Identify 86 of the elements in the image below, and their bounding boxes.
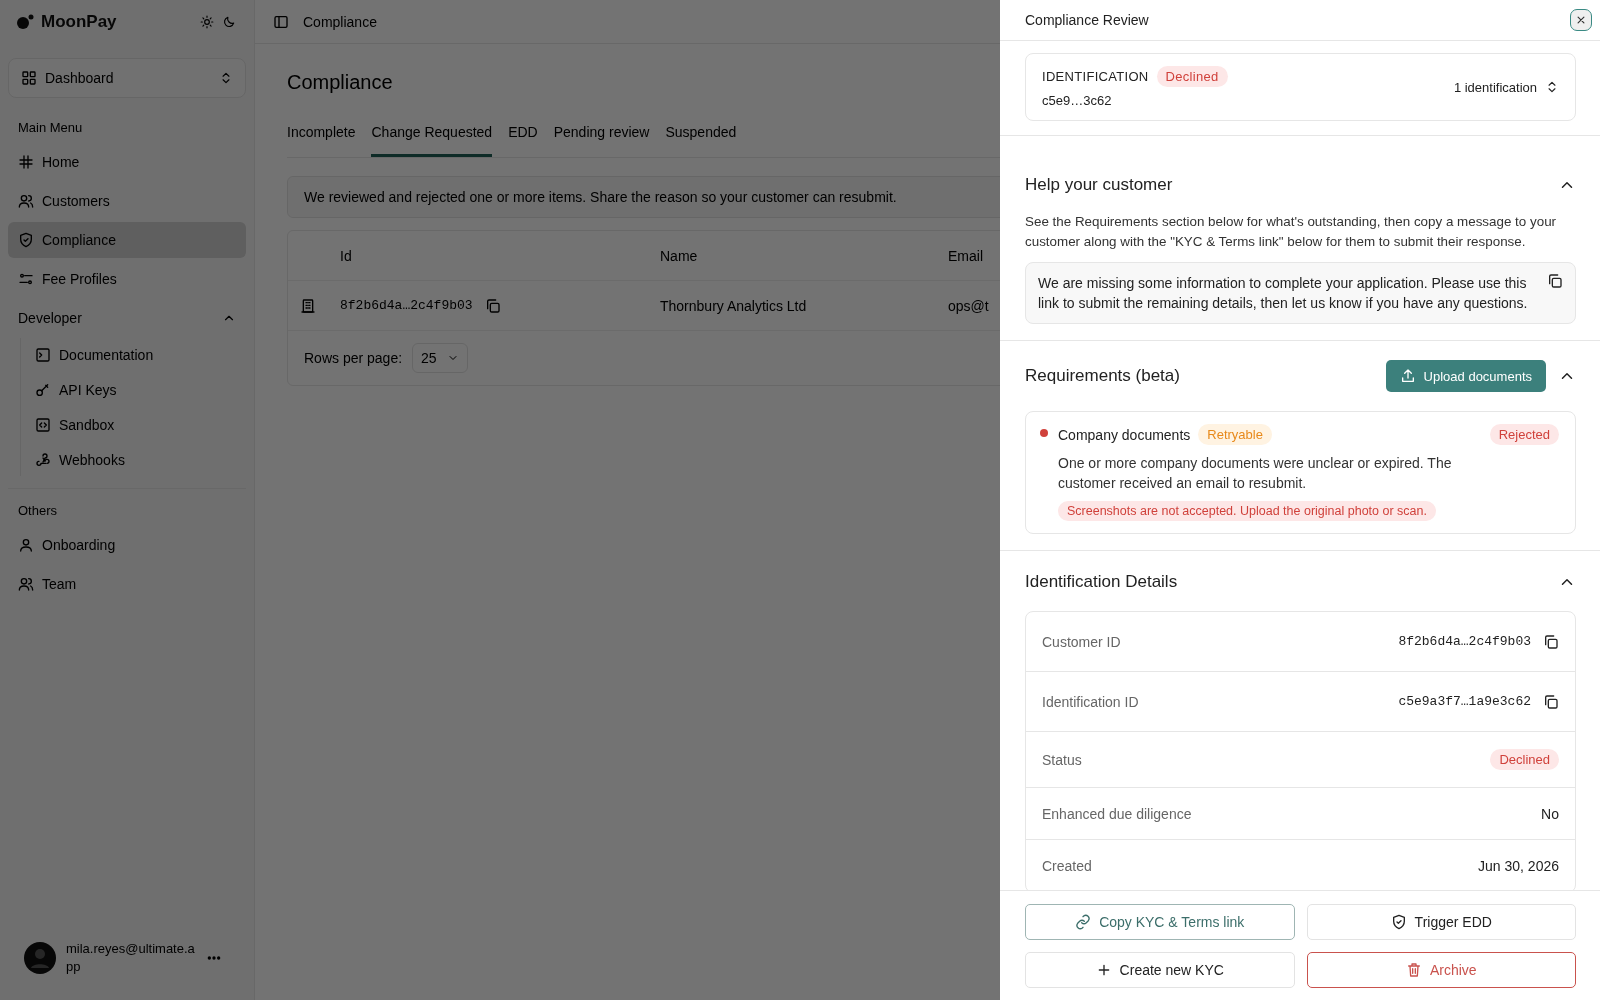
building-icon bbox=[300, 297, 316, 314]
grid-icon bbox=[21, 70, 37, 86]
status-badge: Rejected bbox=[1489, 424, 1559, 445]
sliders-icon bbox=[18, 271, 34, 287]
copy-icon bbox=[1543, 633, 1559, 650]
moon-icon[interactable] bbox=[222, 15, 236, 29]
table-cell: ops@t bbox=[948, 297, 989, 314]
sidebar-item[interactable]: API Keys bbox=[25, 373, 246, 406]
detail-value: Jun 30, 2026 bbox=[1478, 857, 1559, 874]
table-cell: Thornbury Analytics Ltd bbox=[660, 297, 807, 314]
detail-value: No bbox=[1541, 805, 1559, 822]
status-badge: Declined bbox=[1490, 749, 1559, 770]
users-icon bbox=[18, 576, 34, 592]
sidebar-item[interactable]: Sandbox bbox=[25, 408, 246, 441]
section-heading: Developer bbox=[18, 310, 82, 326]
sidebar-item[interactable]: Onboarding bbox=[8, 527, 246, 563]
requirement-note: Screenshots are not accepted. Upload the original photo or scan. bbox=[1058, 501, 1436, 521]
grid-icon bbox=[18, 154, 34, 170]
webhook-icon bbox=[35, 451, 51, 468]
key-icon bbox=[35, 381, 51, 398]
detail-label: Created bbox=[1042, 857, 1092, 874]
upload-button[interactable]: Upload documents bbox=[1385, 360, 1546, 392]
detail-label: Customer ID bbox=[1042, 633, 1121, 650]
identification-selector[interactable]: 1 identification bbox=[1453, 79, 1559, 95]
sidebar-item[interactable]: Team bbox=[8, 566, 246, 602]
users-icon bbox=[18, 193, 34, 209]
trash-icon bbox=[1405, 962, 1422, 978]
close-button[interactable] bbox=[1570, 9, 1592, 31]
action-button[interactable]: Create new KYC bbox=[1025, 952, 1295, 988]
tab[interactable]: Suspended bbox=[665, 120, 737, 157]
section-title: Requirements (beta) bbox=[1025, 366, 1180, 386]
column-header: Email bbox=[948, 247, 983, 264]
action-button[interactable]: Copy KYC & Terms link bbox=[1025, 904, 1295, 940]
copy-icon bbox=[484, 297, 501, 314]
tab[interactable]: EDD bbox=[508, 120, 538, 157]
column-header: Name bbox=[660, 247, 698, 264]
section-title: Identification Details bbox=[1025, 572, 1178, 592]
copy-icon bbox=[1547, 273, 1563, 289]
shield-icon bbox=[1390, 914, 1407, 930]
sun-icon[interactable] bbox=[200, 15, 214, 29]
tab[interactable]: Incomplete bbox=[287, 120, 356, 157]
action-button[interactable]: Trigger EDD bbox=[1306, 904, 1576, 940]
action-button[interactable]: Archive bbox=[1306, 952, 1576, 988]
link-icon bbox=[1075, 914, 1092, 930]
message-text: We are missing some information to complete your application. Please use this link to submit the remaining details, then let us know if you have any questions. bbox=[1038, 274, 1529, 313]
detail-value: c5e9a3f7…1a9e3c62 bbox=[1398, 694, 1531, 709]
avatar-icon bbox=[24, 942, 56, 974]
sidebar-item[interactable]: Fee Profiles bbox=[8, 261, 246, 297]
upload-icon bbox=[1399, 368, 1416, 384]
identification-label: IDENTIFICATION bbox=[1042, 69, 1149, 84]
breadcrumb: Compliance bbox=[303, 13, 377, 30]
tag-badge: Retryable bbox=[1198, 424, 1272, 445]
sidebar-item[interactable]: Customers bbox=[8, 183, 246, 219]
copy-icon bbox=[1543, 693, 1559, 710]
requirement-text: One or more company documents were unclear or expired. The customer received an email to resubmit. bbox=[1058, 454, 1453, 493]
status-dot bbox=[1040, 429, 1048, 437]
sidebar-item[interactable]: Webhooks bbox=[25, 443, 246, 476]
identification-id: c5e9…3c62 bbox=[1042, 93, 1113, 108]
page-title: Compliance bbox=[287, 71, 393, 94]
table-cell: 8f2b6d4a…2c4f9b03 bbox=[340, 298, 473, 313]
section-heading: Main Menu bbox=[18, 120, 83, 135]
shield-icon bbox=[18, 232, 34, 248]
user-email: mila.reyes@ultimate.app bbox=[66, 940, 196, 976]
terminal-icon bbox=[35, 346, 51, 363]
requirement-title: Company documents bbox=[1058, 426, 1191, 443]
sidebar-item[interactable]: Compliance bbox=[8, 222, 246, 258]
tab[interactable]: Change Requested bbox=[371, 120, 493, 157]
detail-label: Enhanced due diligence bbox=[1042, 805, 1192, 822]
section-title: Help your customer bbox=[1025, 175, 1173, 195]
sidebar-item[interactable]: Documentation bbox=[25, 338, 246, 371]
user-icon bbox=[18, 537, 34, 553]
detail-label: Identification ID bbox=[1042, 693, 1139, 710]
brand-logo: MoonPay bbox=[41, 12, 117, 32]
panel-title: Compliance Review bbox=[1025, 12, 1149, 28]
workspace-switcher[interactable]: Dashboard bbox=[8, 58, 246, 98]
detail-label: Status bbox=[1042, 751, 1082, 768]
status-badge: Declined bbox=[1156, 66, 1228, 87]
rows-per-page-label: Rows per page: bbox=[304, 350, 403, 366]
sidebar-item[interactable]: Home bbox=[8, 144, 246, 180]
sidebar-toggle-icon bbox=[273, 13, 289, 30]
detail-value: 8f2b6d4a…2c4f9b03 bbox=[1398, 634, 1531, 649]
rows-per-page-select[interactable]: 25 bbox=[412, 343, 468, 373]
code-icon bbox=[35, 416, 51, 433]
tab[interactable]: Pending review bbox=[553, 120, 650, 157]
section-heading: Others bbox=[18, 503, 57, 518]
column-header: Id bbox=[340, 247, 352, 264]
